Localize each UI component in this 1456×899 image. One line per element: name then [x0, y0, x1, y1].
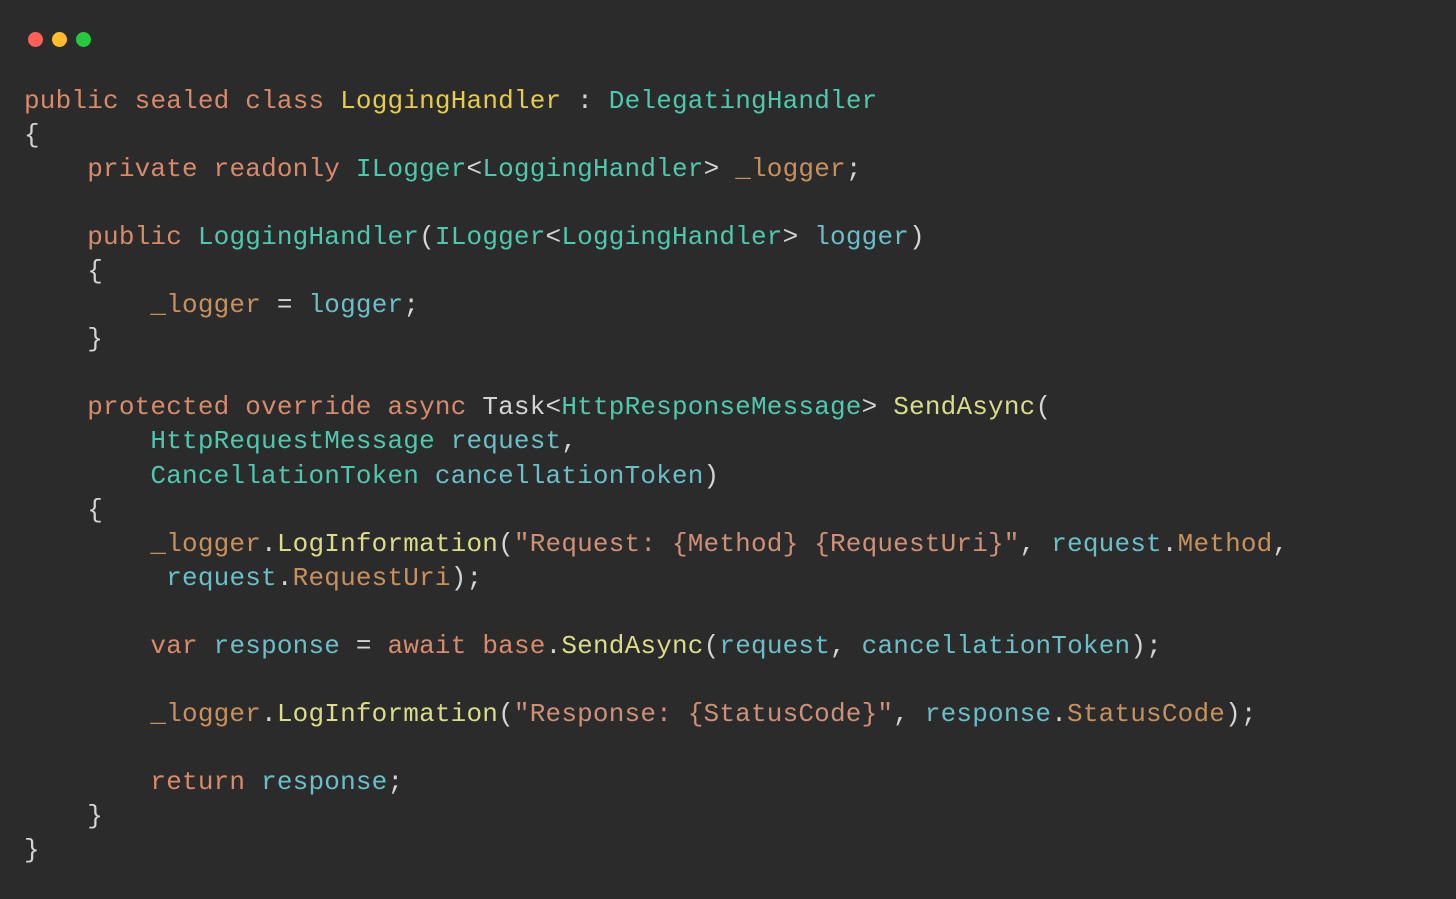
brace-close: }: [87, 324, 103, 354]
param-request: request: [1051, 529, 1162, 559]
method-sendasync: SendAsync: [561, 631, 703, 661]
string-literal: "Request: {Method} {RequestUri}": [514, 529, 1020, 559]
member-requesturi: RequestUri: [293, 563, 451, 593]
ctor-name: LoggingHandler: [198, 222, 419, 252]
param-request: request: [451, 426, 562, 456]
paren-close: ): [704, 461, 720, 491]
code-editor[interactable]: public sealed class LoggingHandler : Del…: [0, 56, 1456, 867]
paren-open: (: [419, 222, 435, 252]
field-logger: _logger: [150, 529, 261, 559]
brace-close: }: [24, 835, 40, 865]
punct-dot: .: [261, 699, 277, 729]
generic-arg: LoggingHandler: [482, 154, 703, 184]
keyword-private: private: [87, 154, 198, 184]
keyword-override: override: [245, 392, 371, 422]
type-httprequestmessage: HttpRequestMessage: [150, 426, 434, 456]
param-request: request: [719, 631, 830, 661]
paren-close: );: [1130, 631, 1162, 661]
brace-open: {: [87, 495, 103, 525]
punct-semi: ;: [403, 290, 419, 320]
local-response: response: [925, 699, 1051, 729]
window-titlebar: [0, 0, 1456, 56]
method-sendasync: SendAsync: [893, 392, 1035, 422]
local-response: response: [261, 767, 387, 797]
field-logger: _logger: [150, 699, 261, 729]
field-logger: _logger: [735, 154, 846, 184]
paren-open: (: [498, 529, 514, 559]
punct-colon: :: [577, 86, 593, 116]
punct-lt: <: [467, 154, 483, 184]
keyword-async: async: [388, 392, 467, 422]
punct-gt: >: [704, 154, 720, 184]
param-cancellationtoken: cancellationToken: [435, 461, 704, 491]
param-request: request: [166, 563, 277, 593]
punct-gt: >: [783, 222, 799, 252]
paren-open: (: [704, 631, 720, 661]
keyword-public: public: [87, 222, 182, 252]
punct-dot: .: [277, 563, 293, 593]
keyword-readonly: readonly: [214, 154, 340, 184]
punct-comma: ,: [830, 631, 846, 661]
minimize-icon[interactable]: [52, 32, 67, 47]
param-logger: logger: [308, 290, 403, 320]
type-cancellationtoken: CancellationToken: [150, 461, 419, 491]
close-icon[interactable]: [28, 32, 43, 47]
brace-close: }: [87, 801, 103, 831]
param-logger: logger: [814, 222, 909, 252]
brace-open: {: [87, 256, 103, 286]
type-ilogger: ILogger: [356, 154, 467, 184]
class-name: LoggingHandler: [340, 86, 561, 116]
keyword-base: base: [482, 631, 545, 661]
punct-lt: <: [546, 222, 562, 252]
punct-comma: ,: [893, 699, 909, 729]
brace-open: {: [24, 120, 40, 150]
method-loginformation: LogInformation: [277, 699, 498, 729]
keyword-public: public: [24, 86, 119, 116]
member-statuscode: StatusCode: [1067, 699, 1225, 729]
field-logger: _logger: [150, 290, 261, 320]
paren-open: (: [1035, 392, 1051, 422]
keyword-protected: protected: [87, 392, 229, 422]
keyword-class: class: [245, 86, 324, 116]
punct-comma: ,: [1273, 529, 1289, 559]
punct-eq: =: [277, 290, 293, 320]
keyword-return: return: [150, 767, 245, 797]
paren-close: ): [909, 222, 925, 252]
punct-semi: ;: [387, 767, 403, 797]
paren-open: (: [498, 699, 514, 729]
generic-arg: LoggingHandler: [561, 222, 782, 252]
type-httpresponsemessage: HttpResponseMessage: [561, 392, 861, 422]
keyword-sealed: sealed: [135, 86, 230, 116]
string-literal: "Response: {StatusCode}": [514, 699, 893, 729]
punct-dot: .: [1162, 529, 1178, 559]
punct-gt: >: [862, 392, 878, 422]
punct-lt: <: [546, 392, 562, 422]
punct-semi: ;: [846, 154, 862, 184]
zoom-icon[interactable]: [76, 32, 91, 47]
punct-dot: .: [261, 529, 277, 559]
local-response: response: [214, 631, 340, 661]
param-type: ILogger: [435, 222, 546, 252]
param-cancellationtoken: cancellationToken: [862, 631, 1131, 661]
base-class: DelegatingHandler: [609, 86, 878, 116]
member-method: Method: [1178, 529, 1273, 559]
keyword-await: await: [388, 631, 467, 661]
paren-close: );: [1225, 699, 1257, 729]
method-loginformation: LogInformation: [277, 529, 498, 559]
punct-eq: =: [356, 631, 372, 661]
punct-comma: ,: [1020, 529, 1036, 559]
punct-dot: .: [1051, 699, 1067, 729]
punct-comma: ,: [561, 426, 577, 456]
paren-close: );: [451, 563, 483, 593]
type-task: Task: [482, 392, 545, 422]
keyword-var: var: [150, 631, 197, 661]
punct-dot: .: [546, 631, 562, 661]
